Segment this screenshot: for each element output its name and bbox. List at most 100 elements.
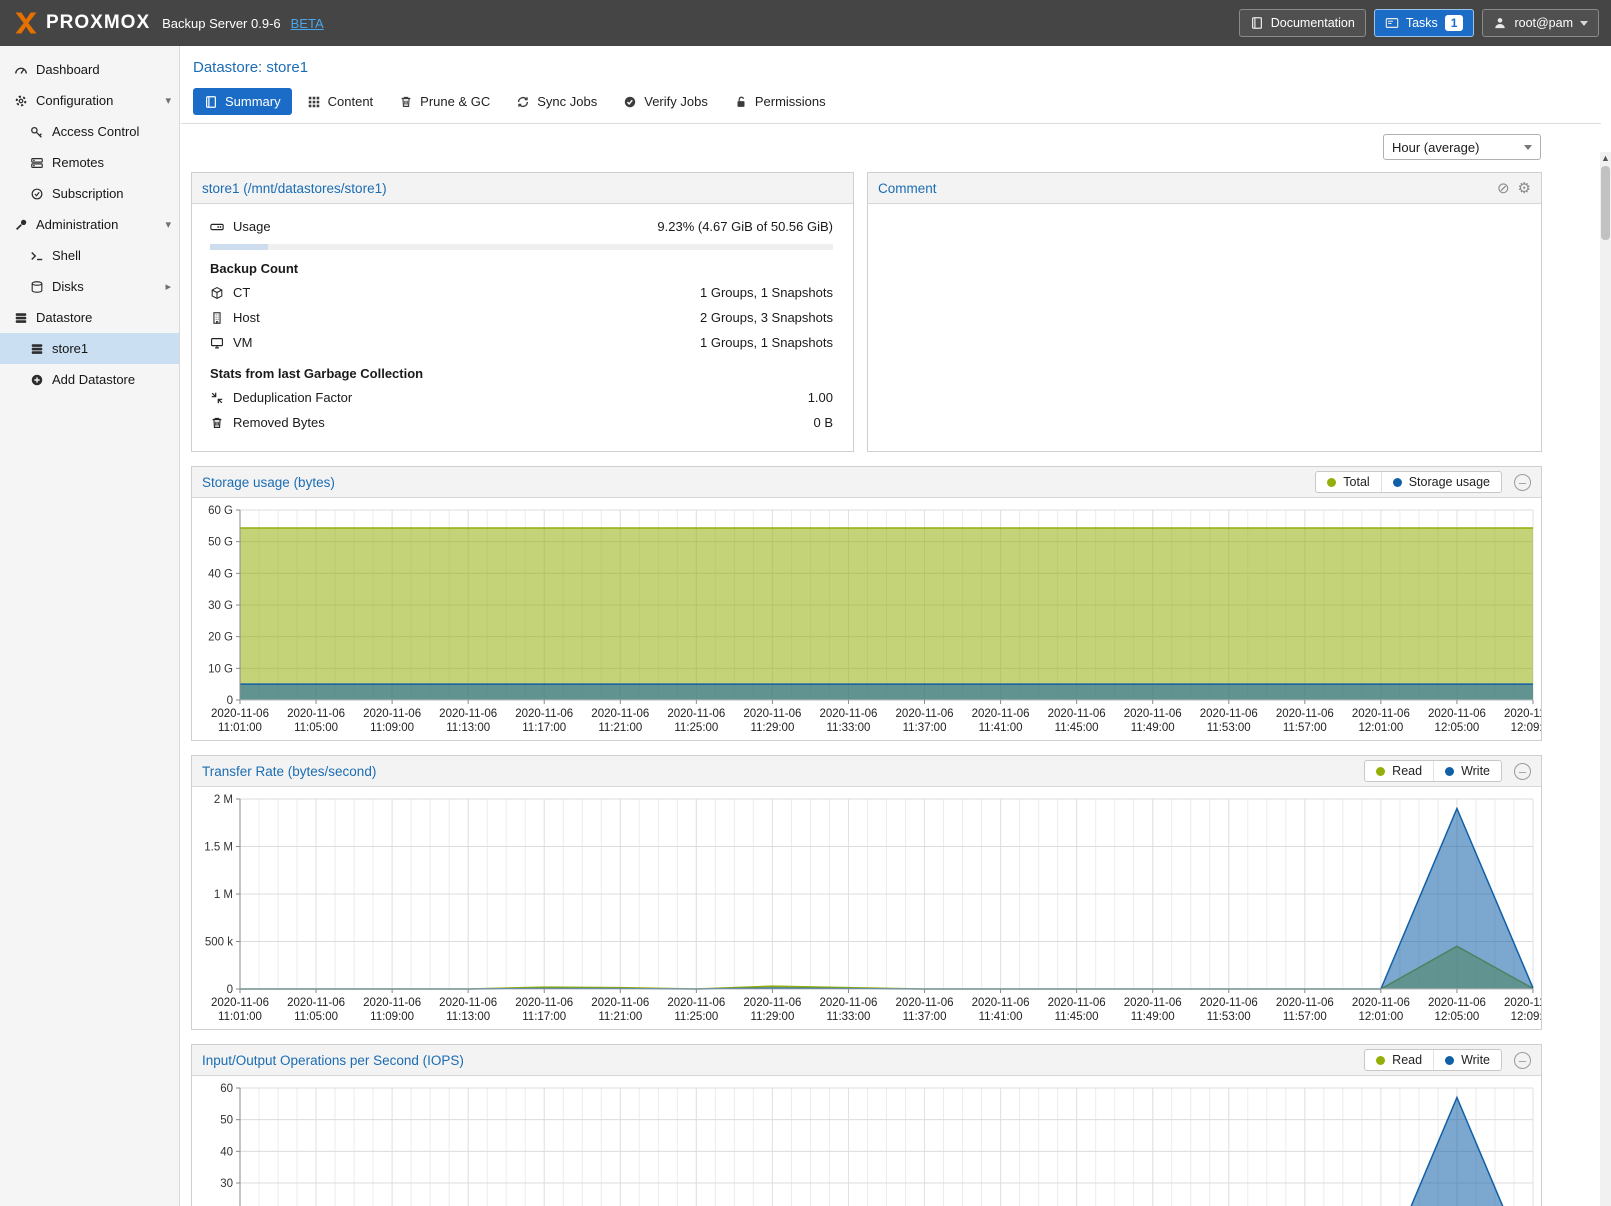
svg-text:2020-11-06: 2020-11-06: [1428, 997, 1486, 1009]
svg-text:2020-11-06: 2020-11-06: [972, 997, 1030, 1009]
sidebar-item-administration[interactable]: Administration ▾: [0, 209, 179, 240]
dashboard-icon: [14, 63, 28, 77]
svg-text:12:05:00: 12:05:00: [1435, 1011, 1480, 1023]
transfer-rate-chart: 0500 k1 M1.5 M2 M2020-11-0611:01:002020-…: [192, 787, 1541, 1029]
gear-icon: [14, 94, 28, 108]
server-icon: [30, 156, 44, 170]
svg-text:11:09:00: 11:09:00: [370, 1011, 414, 1023]
top-bar: PROXMOX Backup Server 0.9-6 BETA Documen…: [0, 0, 1611, 46]
svg-text:11:13:00: 11:13:00: [446, 1011, 490, 1023]
iops-chart-panel: Input/Output Operations per Second (IOPS…: [191, 1044, 1542, 1206]
sidebar-item-add-datastore[interactable]: Add Datastore: [0, 364, 179, 395]
svg-text:1.5 M: 1.5 M: [204, 842, 233, 854]
comment-panel: Comment ⊘ ⚙: [867, 172, 1542, 452]
svg-text:40: 40: [220, 1146, 233, 1158]
scrollbar-thumb[interactable]: [1601, 166, 1610, 240]
legend-item-write[interactable]: Write: [1433, 761, 1501, 781]
user-icon: [1493, 16, 1507, 30]
svg-text:11:37:00: 11:37:00: [903, 1011, 947, 1023]
sidebar-item-disks[interactable]: Disks ▸: [0, 271, 179, 302]
product-version: Backup Server 0.9-6: [162, 16, 281, 31]
svg-text:11:41:00: 11:41:00: [979, 722, 1023, 734]
collapse-icon[interactable]: –: [1514, 1052, 1531, 1069]
sidebar-item-store1[interactable]: store1: [0, 333, 179, 364]
terminal-icon: [30, 249, 44, 263]
sidebar-item-datastore[interactable]: Datastore: [0, 302, 179, 333]
status-panel: store1 (/mnt/datastores/store1) Usage 9.…: [191, 172, 854, 452]
circle-slash-icon[interactable]: ⊘: [1497, 179, 1510, 197]
chart-legend: Read Write –: [1364, 760, 1531, 782]
svg-text:2020-11-06: 2020-11-06: [1048, 708, 1106, 720]
tab-verify-jobs[interactable]: Verify Jobs: [612, 88, 719, 115]
sidebar-item-access-control[interactable]: Access Control: [0, 116, 179, 147]
tab-sync-jobs[interactable]: Sync Jobs: [505, 88, 608, 115]
legend-item-write[interactable]: Write: [1433, 1050, 1501, 1070]
svg-text:11:29:00: 11:29:00: [750, 722, 794, 734]
gear-icon[interactable]: ⚙: [1518, 179, 1531, 197]
svg-text:2020-11-06: 2020-11-06: [896, 708, 954, 720]
svg-text:12:09:00: 12:09:00: [1511, 1011, 1541, 1023]
chart-title: Transfer Rate (bytes/second): [202, 764, 376, 779]
legend-item-total[interactable]: Total: [1316, 472, 1380, 492]
backup-row-vm: VM 1 Groups, 1 Snapshots: [210, 330, 833, 355]
svg-text:2020-11-06: 2020-11-06: [1276, 708, 1334, 720]
svg-text:500 k: 500 k: [205, 937, 233, 949]
collapse-icon[interactable]: –: [1514, 763, 1531, 780]
svg-text:11:25:00: 11:25:00: [674, 722, 718, 734]
comment-panel-title: Comment: [878, 181, 937, 196]
cube-icon: [210, 286, 224, 300]
svg-text:2020-11-06: 2020-11-06: [515, 997, 573, 1009]
time-range-select[interactable]: Hour (average): [1383, 134, 1541, 160]
sidebar-item-dashboard[interactable]: Dashboard: [0, 54, 179, 85]
chart-title: Storage usage (bytes): [202, 475, 335, 490]
documentation-button[interactable]: Documentation: [1239, 9, 1366, 37]
svg-text:2020-11-06: 2020-11-06: [591, 708, 649, 720]
legend-item-read[interactable]: Read: [1365, 1050, 1433, 1070]
trash-icon: [210, 416, 224, 430]
tab-content[interactable]: Content: [296, 88, 385, 115]
collapse-caret-icon[interactable]: ▾: [165, 218, 171, 231]
beta-link[interactable]: BETA: [291, 16, 324, 31]
svg-text:11:01:00: 11:01:00: [218, 722, 262, 734]
status-panel-title: store1 (/mnt/datastores/store1): [202, 181, 387, 196]
svg-text:11:49:00: 11:49:00: [1131, 1011, 1175, 1023]
legend-item-storage-usage[interactable]: Storage usage: [1381, 472, 1501, 492]
legend-dot: [1376, 767, 1385, 776]
legend-dot: [1327, 478, 1336, 487]
iops-chart: 01020304050602020-11-0611:01:002020-11-0…: [192, 1076, 1541, 1206]
svg-text:12:01:00: 12:01:00: [1358, 1011, 1403, 1023]
svg-text:2020-11-06: 2020-11-06: [1200, 997, 1258, 1009]
collapse-caret-icon[interactable]: ▾: [165, 94, 171, 107]
legend-dot: [1445, 1056, 1454, 1065]
deduplication-icon: [210, 391, 224, 405]
tab-permissions[interactable]: Permissions: [723, 88, 837, 115]
sidebar: Dashboard Configuration ▾ Access Control…: [0, 46, 180, 1206]
tab-prune-gc[interactable]: Prune & GC: [388, 88, 501, 115]
sidebar-item-remotes[interactable]: Remotes: [0, 147, 179, 178]
sidebar-item-subscription[interactable]: Subscription: [0, 178, 179, 209]
vertical-scrollbar[interactable]: ▲: [1600, 152, 1611, 1206]
sync-icon: [516, 95, 530, 109]
svg-text:2020-11-06: 2020-11-06: [363, 708, 421, 720]
backup-count-heading: Backup Count: [210, 261, 833, 276]
scroll-up-arrow-icon[interactable]: ▲: [1600, 152, 1611, 164]
tasks-button[interactable]: Tasks 1: [1374, 9, 1475, 37]
database-icon: [14, 311, 28, 325]
legend-item-read[interactable]: Read: [1365, 761, 1433, 781]
grid-icon: [307, 95, 321, 109]
svg-text:11:05:00: 11:05:00: [294, 722, 338, 734]
svg-text:11:33:00: 11:33:00: [827, 722, 871, 734]
sidebar-item-configuration[interactable]: Configuration ▾: [0, 85, 179, 116]
svg-text:11:57:00: 11:57:00: [1283, 1011, 1327, 1023]
svg-text:20 G: 20 G: [208, 632, 233, 644]
tab-summary[interactable]: Summary: [193, 88, 292, 115]
usage-progress-fill: [210, 244, 268, 250]
svg-text:2020-11-06: 2020-11-06: [1124, 708, 1182, 720]
user-menu-button[interactable]: root@pam: [1482, 9, 1599, 37]
task-list-icon: [1385, 16, 1399, 30]
expand-caret-icon[interactable]: ▸: [165, 280, 171, 293]
hdd-icon: [210, 220, 224, 234]
sidebar-item-shell[interactable]: Shell: [0, 240, 179, 271]
legend-dot: [1445, 767, 1454, 776]
collapse-icon[interactable]: –: [1514, 474, 1531, 491]
